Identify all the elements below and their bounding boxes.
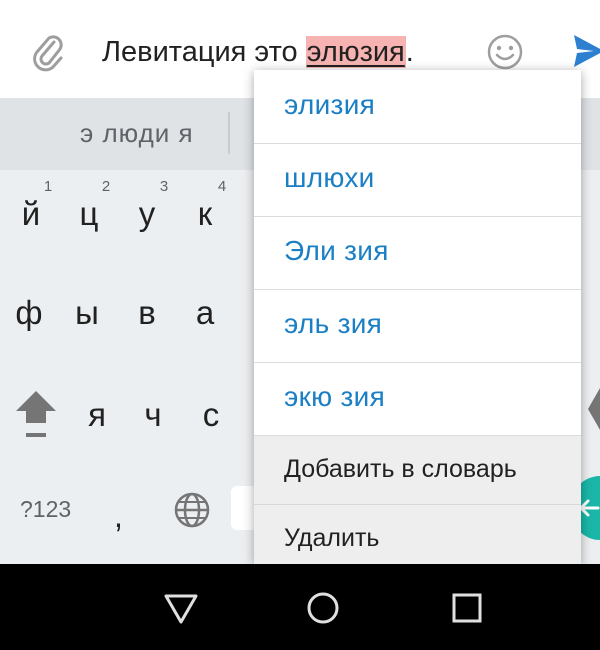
suggestion-label: шлюхи <box>284 162 375 193</box>
message-text-before: Левитация это <box>102 36 306 68</box>
key-hint: 2 <box>101 178 111 195</box>
misspelled-word[interactable]: элюзия <box>305 36 406 68</box>
suggestion-item[interactable]: Эли зия <box>254 216 581 290</box>
symbols-key[interactable]: ?123 <box>20 496 71 523</box>
spellcheck-popup: элизия шлюхи Эли зия эль зия экю зия Доб… <box>254 70 581 564</box>
comma-key[interactable]: , <box>114 498 123 535</box>
key-letter[interactable]: с <box>188 396 234 434</box>
delete-label: Удалить <box>284 524 380 552</box>
key-hint: 1 <box>43 178 53 195</box>
suggestion-item[interactable]: экю зия <box>254 362 581 436</box>
key-letter[interactable]: в <box>124 294 170 332</box>
key-hint: 4 <box>217 178 227 195</box>
key-letter[interactable]: к <box>182 195 228 233</box>
key-letter[interactable]: а <box>182 294 228 332</box>
add-to-dictionary-label: Добавить в словарь <box>284 455 517 483</box>
globe-icon[interactable] <box>172 490 212 530</box>
enter-arrow-icon <box>578 499 600 517</box>
home-icon[interactable] <box>305 590 341 626</box>
send-icon[interactable] <box>574 33 600 69</box>
emoji-icon[interactable] <box>486 33 524 71</box>
key-hint: 3 <box>159 178 169 195</box>
key-letter[interactable]: ф <box>6 294 52 332</box>
delete-button[interactable]: Удалить <box>254 505 581 564</box>
paperclip-icon[interactable] <box>30 30 66 72</box>
suggestion-divider <box>228 112 230 154</box>
key-letter[interactable]: ц <box>66 195 112 233</box>
suggestion-item[interactable]: шлюхи <box>254 143 581 217</box>
suggestion-item[interactable]: эль зия <box>254 289 581 363</box>
add-to-dictionary-button[interactable]: Добавить в словарь <box>254 436 581 505</box>
message-text-after: . <box>405 36 414 68</box>
shift-icon[interactable] <box>14 389 58 445</box>
message-input[interactable]: Левитация это элюзия. <box>102 30 414 74</box>
key-letter[interactable]: ы <box>64 294 110 332</box>
navigation-bar <box>0 564 600 650</box>
key-letter[interactable]: ч <box>130 396 176 434</box>
suggestion-label: элизия <box>284 89 376 120</box>
recents-icon[interactable] <box>449 590 485 626</box>
suggestion-label: экю зия <box>284 381 386 412</box>
suggestion-label: эль зия <box>284 308 383 339</box>
suggestion-label: Эли зия <box>284 235 389 266</box>
backspace-icon[interactable] <box>586 386 600 432</box>
key-letter[interactable]: я <box>74 396 120 434</box>
suggestion-word[interactable]: э люди я <box>80 118 194 149</box>
key-letter[interactable]: у <box>124 195 170 233</box>
key-letter[interactable]: й <box>8 195 54 233</box>
suggestion-item[interactable]: элизия <box>254 70 581 144</box>
back-icon[interactable] <box>163 590 199 626</box>
